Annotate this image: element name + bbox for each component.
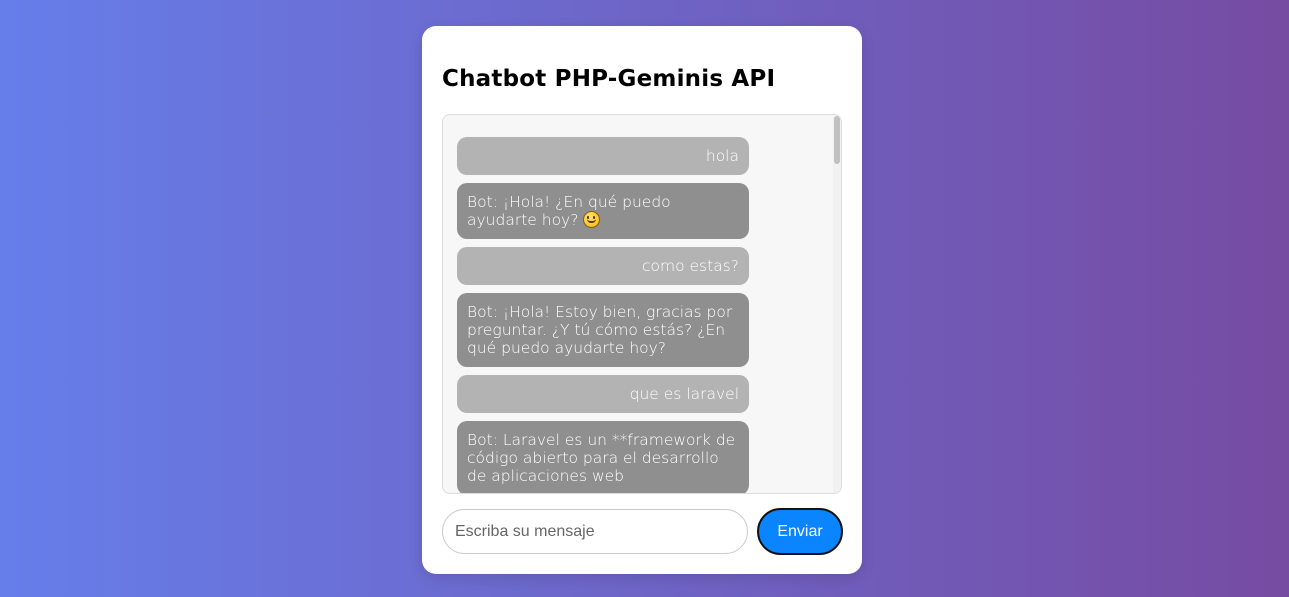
message-text: Bot: Laravel es un **framework de código… [467, 431, 736, 485]
user-message: hola [457, 137, 749, 175]
user-message: como estas? [457, 247, 749, 285]
chat-box[interactable]: hola Bot: ¡Hola! ¿En qué puedo ayudarte … [442, 114, 842, 494]
message-text: Bot: ¡Hola! Estoy bien, gracias por preg… [467, 303, 733, 357]
message-input[interactable] [442, 509, 748, 554]
message-list: hola Bot: ¡Hola! ¿En qué puedo ayudarte … [457, 137, 749, 493]
message-text: Bot: ¡Hola! ¿En qué puedo ayudarte hoy? [467, 193, 671, 229]
message-text: como estas? [641, 257, 739, 275]
message-text: hola [705, 147, 739, 165]
chat-container: Chatbot PHP-Geminis API hola Bot: ¡Hola!… [422, 26, 862, 574]
bot-message: Bot: ¡Hola! Estoy bien, gracias por preg… [457, 293, 749, 367]
smiling-face-emoji-icon [583, 211, 601, 228]
send-button[interactable]: Enviar [757, 508, 843, 555]
scrollbar-thumb[interactable] [834, 116, 840, 164]
chat-scrollbar[interactable] [833, 115, 841, 493]
bot-message: Bot: Laravel es un **framework de código… [457, 421, 749, 493]
message-text: que es laravel [629, 385, 739, 403]
user-message: que es laravel [457, 375, 749, 413]
message-composer: Enviar [442, 508, 843, 555]
page-title: Chatbot PHP-Geminis API [442, 66, 776, 92]
bot-message: Bot: ¡Hola! ¿En qué puedo ayudarte hoy? [457, 183, 749, 239]
